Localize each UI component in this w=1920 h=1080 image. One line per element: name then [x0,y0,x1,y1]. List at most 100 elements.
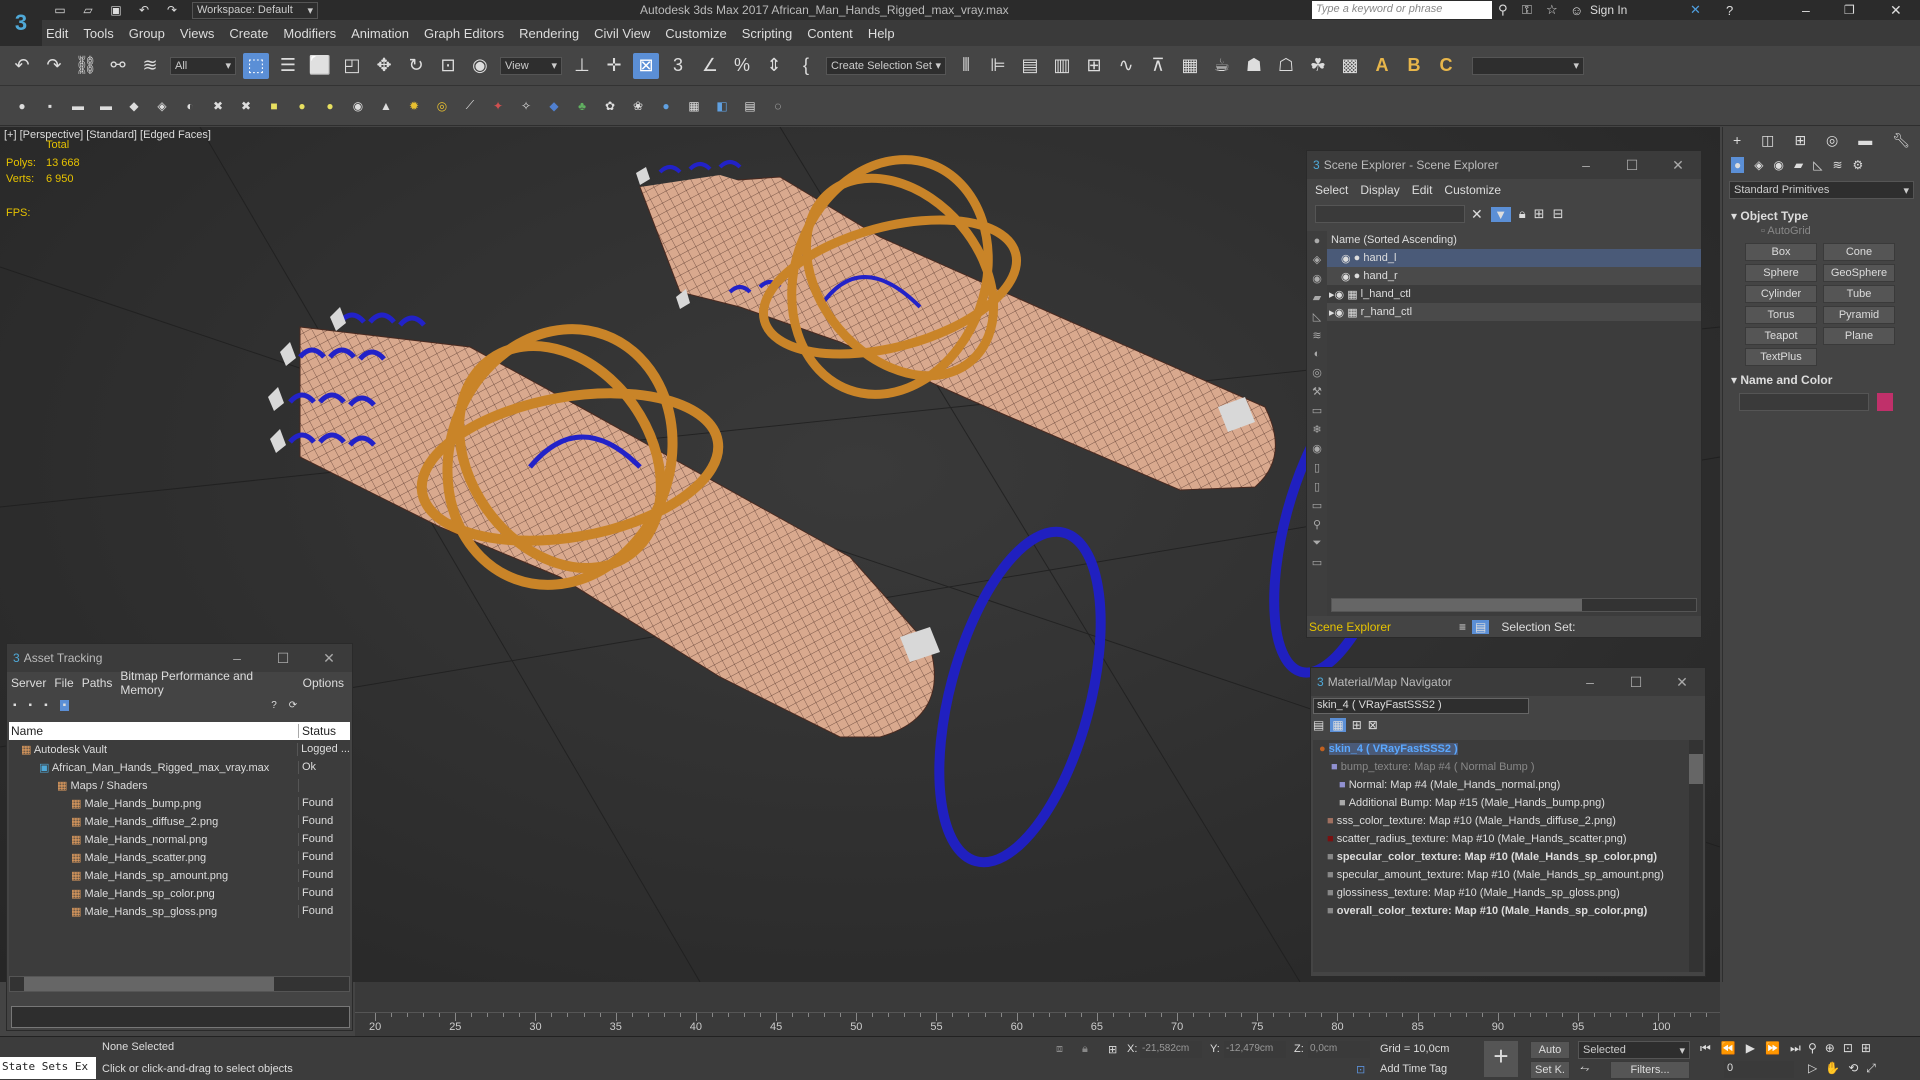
find-icon[interactable]: ⚲ [1313,518,1321,531]
se-menu-edit[interactable]: Edit [1412,183,1433,197]
tool-icon[interactable]: ◌ [767,93,789,119]
mirror-icon[interactable]: ⫴ [953,53,979,79]
menu-animation[interactable]: Animation [351,26,409,41]
display-hidden-icon[interactable]: ◉ [1312,442,1322,455]
orbit-icon[interactable]: ⟲ [1848,1061,1858,1076]
go-to-start-icon[interactable]: ⏮ [1700,1041,1711,1056]
tool-icon[interactable]: ● [655,93,677,119]
minimize-icon[interactable]: – [1802,2,1810,18]
material-row[interactable]: ■ sss_color_texture: Map #10 (Male_Hands… [1313,812,1703,830]
menu-modifiers[interactable]: Modifiers [283,26,336,41]
tool-icon[interactable]: ✖ [207,93,229,119]
primitive-pyramid-button[interactable]: Pyramid [1823,306,1895,324]
at-menu-file[interactable]: File [54,676,73,690]
time-tag-icon[interactable]: ⊡ [1356,1063,1365,1076]
rendered-frame-window-icon[interactable]: ☕ [1209,53,1235,79]
tool-icon[interactable]: ✖ [235,93,257,119]
modify-tab-icon[interactable]: ◫ [1761,132,1774,149]
vray-b-icon[interactable]: B [1401,53,1427,79]
play-icon[interactable]: ▶ [1746,1041,1755,1056]
helpers-icon[interactable]: ◺ [1813,158,1822,172]
maxscript-listener[interactable]: State Sets Ex [0,1057,96,1079]
material-editor-icon[interactable]: ⊼ [1145,53,1171,79]
bind-space-warp-icon[interactable]: ≋ [137,53,163,79]
align-icon[interactable]: ⊫ [985,53,1011,79]
viewport-label[interactable]: [+] [Perspective] [Standard] [Edged Face… [4,129,211,141]
menu-views[interactable]: Views [180,26,214,41]
asset-row[interactable]: ▦ Male_Hands_sp_amount.png Found [9,866,350,884]
display-helpers-icon[interactable]: ◺ [1313,310,1321,323]
view-icon[interactable]: ▪ [59,699,70,711]
lock-selection-icon[interactable]: 🔒︎ [1082,1043,1088,1056]
key-filter-dropdown[interactable]: Selected ▾ [1578,1041,1690,1059]
select-rotate-icon[interactable]: ↻ [403,53,429,79]
tool-icon[interactable]: ⟋ [459,93,481,119]
tool-icon[interactable]: ◐ [179,93,201,119]
place-icon[interactable]: ◉ [467,53,493,79]
close-icon[interactable]: ✕ [1655,157,1701,174]
primitive-box-button[interactable]: Box [1745,243,1817,261]
asset-row[interactable]: ▦ Male_Hands_bump.png Found [9,794,350,812]
asset-row[interactable]: ▣ African_Man_Hands_Rigged_max_vray.max O… [9,758,350,776]
app-logo[interactable]: 3 [0,0,42,46]
scene-explorer-titlebar[interactable]: 3 Scene Explorer - Scene Explorer – ☐ ✕ [1307,151,1701,179]
primitive-sphere-button[interactable]: Sphere [1745,264,1817,282]
sign-in-link[interactable]: Sign In [1590,3,1627,17]
keyboard-shortcut-override-icon[interactable]: ⊠ [633,52,659,79]
systems-icon[interactable]: ⚙ [1853,158,1864,172]
maximize-icon[interactable]: ☐ [1613,674,1659,691]
x-coordinate-field[interactable]: -21,582cm [1140,1041,1202,1058]
object-type-rollout[interactable]: ▾ Object Type [1723,203,1920,225]
scene-explorer-hscrollbar[interactable] [1331,598,1697,612]
tool-icon[interactable]: ▬ [95,93,117,119]
tool-icon[interactable]: ◈ [151,93,173,119]
visibility-icon[interactable]: ◉ [1335,306,1345,319]
z-coordinate-field[interactable]: 0,0cm [1308,1041,1370,1058]
tree-row-r-hand-ctl[interactable]: ▸ ◉ ▦ r_hand_ctl [1327,303,1701,321]
menu-rendering[interactable]: Rendering [519,26,579,41]
filter-funnel-icon[interactable]: ⏷ [1313,537,1322,550]
layer-explorer-icon[interactable]: ▤ [1017,53,1043,79]
tool-icon[interactable]: ● [291,93,313,119]
material-row[interactable]: ■ scatter_radius_texture: Map #10 (Male_… [1313,830,1703,848]
absolute-mode-icon[interactable]: ⊞ [1108,1043,1117,1056]
filter-icon[interactable]: ▼ [1490,206,1511,222]
tool-icon[interactable]: ✧ [515,93,537,119]
display-invert-icon[interactable]: ▭ [1312,499,1322,512]
render-production-icon[interactable]: ☗ [1241,53,1267,79]
asset-path-field[interactable] [11,1006,350,1028]
link-icon[interactable]: ⛓ [73,53,99,79]
close-icon[interactable]: ✕ [1659,674,1705,691]
asset-row[interactable]: ▦ Male_Hands_sp_color.png Found [9,884,350,902]
angle-snap-icon[interactable]: ∠ [697,53,723,79]
favorites-icon[interactable]: ☆ [1546,2,1558,18]
filters-button[interactable]: Filters... [1610,1061,1690,1079]
primitive-cone-button[interactable]: Cone [1823,243,1895,261]
exchange-icon[interactable]: ✕ [1690,2,1701,18]
menu-customize[interactable]: Customize [665,26,726,41]
menu-graph-editors[interactable]: Graph Editors [424,26,504,41]
material-row[interactable]: ■ specular_amount_texture: Map #10 (Male… [1313,866,1703,884]
menu-help[interactable]: Help [868,26,895,41]
at-menu-server[interactable]: Server [11,676,46,690]
tool-icon[interactable]: ▲ [375,93,397,119]
vray-a-icon[interactable]: A [1369,53,1395,79]
view-icon[interactable]: ▪ [29,700,33,711]
menu-edit[interactable]: Edit [46,26,68,41]
object-color-swatch[interactable] [1877,393,1893,411]
menu-group[interactable]: Group [129,26,165,41]
close-icon[interactable]: ✕ [306,650,352,667]
render-setup-icon[interactable]: ▦ [1177,53,1203,79]
selection-set-icon[interactable]: ▤ [1472,620,1490,634]
asset-tracking-titlebar[interactable]: 3 Asset Tracking – ☐ ✕ [7,644,352,672]
tool-icon[interactable]: ▦ [683,93,705,119]
zoom-extents-icon[interactable]: ⊡ [1843,1041,1853,1055]
display-tab-icon[interactable]: ▬ [1858,132,1872,148]
material-row[interactable]: ■ overall_color_texture: Map #10 (Male_H… [1313,902,1703,920]
material-row[interactable]: ■ Normal: Map #4 (Male_Hands_normal.png) [1313,776,1703,794]
lock-icon[interactable]: 🔒︎ [1519,206,1526,222]
asset-row[interactable]: ▦ Male_Hands_sp_gloss.png Found [9,902,350,920]
asset-row[interactable]: ▦ Maps / Shaders [9,776,350,794]
tool-icon[interactable]: ▬ [67,93,89,119]
menu-scripting[interactable]: Scripting [742,26,793,41]
